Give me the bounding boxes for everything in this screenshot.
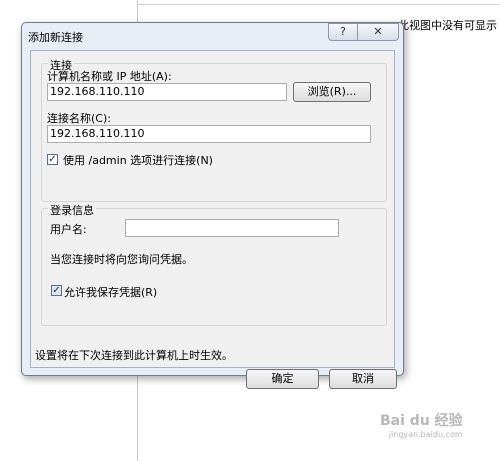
ok-button[interactable]: 确定 (246, 369, 319, 389)
cancel-button[interactable]: 取消 (329, 369, 397, 389)
login-info-group: 登录信息 用户名: 当您连接时将向您询问凭据。 ✓ 允许我保存凭据(R) (41, 202, 387, 326)
help-icon: ? (340, 25, 346, 38)
username-input[interactable] (125, 219, 339, 237)
admin-checkbox[interactable]: ✓ (47, 154, 58, 165)
save-credentials-label[interactable]: 允许我保存凭据(R) (64, 284, 157, 300)
watermark-brand: Bai du 经验 (380, 413, 463, 429)
computer-name-input[interactable]: 192.168.110.110 (47, 83, 287, 101)
watermark-logo: Bai du 经验 jingyan.baidu.com (380, 410, 463, 439)
login-group-legend: 登录信息 (48, 202, 96, 218)
checkmark-icon: ✓ (52, 285, 61, 296)
connection-name-label: 连接名称(C): (47, 112, 111, 125)
credential-prompt-text: 当您连接时将向您询问凭据。 (50, 253, 193, 266)
admin-checkbox-label[interactable]: 使用 /admin 选项进行连接(N) (63, 152, 213, 168)
help-button[interactable]: ? (328, 23, 358, 41)
settings-note: 设置将在下次连接到此计算机上时生效。 (35, 349, 233, 362)
browse-button[interactable]: 浏览(R)... (293, 82, 371, 102)
username-label: 用户名: (50, 223, 87, 236)
close-icon: ✕ (373, 25, 383, 38)
save-credentials-checkbox[interactable]: ✓ (51, 285, 62, 296)
connection-name-input[interactable]: 192.168.110.110 (47, 125, 371, 143)
dialog-body: 连接 计算机名称或 IP 地址(A): 192.168.110.110 浏览(R… (30, 50, 397, 389)
dialog-title: 添加新连接 (28, 31, 83, 44)
checkmark-icon: ✓ (48, 154, 57, 165)
connection-group: 连接 计算机名称或 IP 地址(A): 192.168.110.110 浏览(R… (41, 57, 387, 202)
background-empty-view-text: 此视图中没有可显示 (398, 19, 497, 32)
pane-top-border (138, 4, 500, 5)
add-connection-dialog: 添加新连接 ? ✕ 连接 计算机名称或 IP 地址(A): 192.168.11… (21, 22, 404, 389)
computer-name-label: 计算机名称或 IP 地址(A): (47, 70, 172, 83)
dialog-titlebar[interactable]: 添加新连接 ? ✕ (22, 23, 403, 51)
close-button[interactable]: ✕ (357, 23, 399, 41)
watermark-url: jingyan.baidu.com (388, 430, 463, 439)
